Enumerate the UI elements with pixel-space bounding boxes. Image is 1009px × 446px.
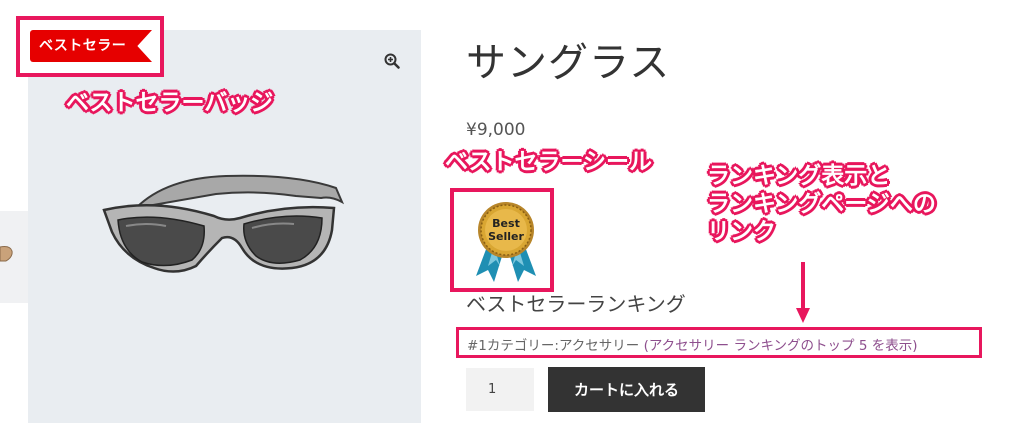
ranking-highlight: #1カテゴリー:アクセサリー (アクセサリー ランキングのトップ 5 を表示) <box>456 327 982 358</box>
annotation-badge: ベストセラーバッジ <box>66 90 274 116</box>
annotation-arrow-icon <box>796 262 810 323</box>
product-title: サングラス <box>466 40 671 86</box>
thumbnail-image[interactable] <box>0 241 14 267</box>
ranking-line: #1カテゴリー:アクセサリー (アクセサリー ランキングのトップ 5 を表示) <box>467 334 918 354</box>
ranking-heading: ベストセラーランキング <box>466 292 686 316</box>
gallery-thumbnail-strip[interactable] <box>0 211 31 303</box>
bestseller-badge-highlight: ベストセラー <box>16 16 164 77</box>
annotation-ranking-line1: ランキング表示と <box>707 163 891 189</box>
product-price: ¥9,000 <box>466 120 526 140</box>
annotation-ranking-line3: リンク <box>707 219 776 245</box>
seal-text-line2: Seller <box>488 230 524 243</box>
quantity-input[interactable] <box>466 368 534 411</box>
annotation-seal: ベストセラーシール <box>445 149 652 175</box>
annotation-ranking: ランキング表示と ランキングページへの リンク <box>707 162 936 246</box>
ranking-page-link[interactable]: (アクセサリー ランキングのトップ 5 を表示) <box>644 338 918 354</box>
ranking-number: #1 <box>467 338 487 354</box>
product-image-sunglasses[interactable] <box>96 168 356 278</box>
annotation-ranking-line2: ランキングページへの <box>707 191 936 217</box>
add-to-cart-button[interactable]: カートに入れる <box>548 367 705 412</box>
zoom-icon[interactable] <box>381 50 403 72</box>
bestseller-seal-highlight: Best Seller <box>450 188 554 292</box>
seal-text-line1: Best <box>492 217 520 230</box>
bestseller-seal-icon: Best Seller <box>476 202 536 282</box>
ranking-category: カテゴリー:アクセサリー <box>486 338 640 354</box>
bestseller-badge: ベストセラー <box>30 30 152 62</box>
